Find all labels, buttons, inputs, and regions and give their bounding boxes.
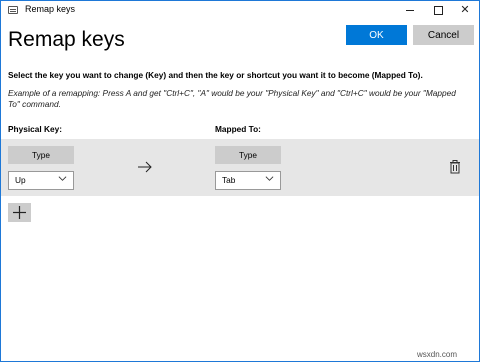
mapped-key-value: Tab — [222, 175, 236, 185]
chevron-down-icon — [58, 176, 67, 181]
mapped-type-button[interactable]: Type — [215, 146, 281, 164]
right-arrow-icon — [138, 161, 152, 173]
close-button[interactable]: ✕ — [452, 1, 478, 19]
physical-key-header: Physical Key: — [8, 124, 62, 134]
remap-keys-window: Remap keys ✕ Remap keys OK Cancel Select… — [0, 0, 480, 362]
mapped-key-dropdown[interactable]: Tab — [215, 171, 281, 190]
example-text: Example of a remapping: Press A and get … — [8, 88, 456, 109]
maximize-icon — [433, 5, 443, 15]
physical-key-dropdown[interactable]: Up — [8, 171, 74, 190]
watermark: wsxdn.com — [417, 350, 458, 359]
cancel-button[interactable]: Cancel — [413, 25, 474, 45]
title-bar: Remap keys ✕ — [1, 1, 479, 19]
maximize-button[interactable] — [425, 1, 451, 19]
instruction-text: Select the key you want to change (Key) … — [8, 70, 423, 80]
physical-key-value: Up — [15, 175, 26, 185]
page-title: Remap keys — [8, 28, 125, 51]
close-icon: ✕ — [460, 3, 470, 16]
trash-icon[interactable] — [449, 160, 461, 174]
plus-icon — [13, 206, 26, 219]
keyboard-app-icon — [8, 6, 18, 14]
remap-row: Type Up Type Tab — [1, 139, 479, 196]
ok-button[interactable]: OK — [346, 25, 407, 45]
add-remap-button[interactable] — [8, 203, 31, 222]
chevron-down-icon — [265, 176, 274, 181]
minimize-icon — [406, 9, 414, 11]
physical-type-button[interactable]: Type — [8, 146, 74, 164]
mapped-to-header: Mapped To: — [215, 124, 261, 134]
minimize-button[interactable] — [397, 1, 423, 19]
window-title: Remap keys — [25, 4, 76, 14]
